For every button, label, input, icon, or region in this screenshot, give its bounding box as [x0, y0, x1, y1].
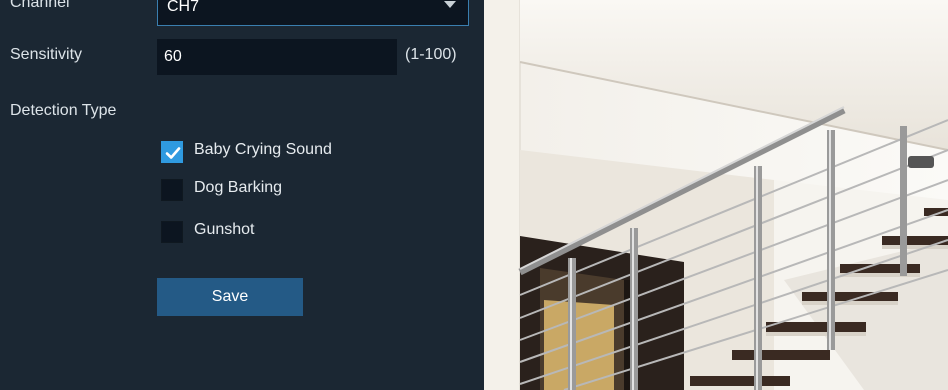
detection-type-label: Detection Type — [10, 102, 117, 119]
channel-dropdown[interactable]: CH7 — [157, 0, 469, 26]
staircase-image — [484, 0, 948, 390]
settings-panel: Channel CH7 Sensitivity 60 (1-100) Detec… — [0, 0, 484, 390]
option-label: Baby Crying Sound — [194, 141, 332, 158]
chevron-down-icon[interactable] — [444, 1, 456, 8]
check-icon — [165, 147, 181, 159]
checkbox-baby-crying[interactable] — [161, 141, 183, 163]
save-button[interactable]: Save — [157, 278, 303, 316]
sensitivity-label: Sensitivity — [10, 46, 83, 63]
option-label: Dog Barking — [194, 179, 283, 196]
channel-value: CH7 — [167, 0, 200, 15]
option-label: Gunshot — [194, 221, 255, 238]
checkbox-dog-barking[interactable] — [161, 179, 183, 201]
channel-label: Channel — [10, 0, 70, 11]
sensitivity-input[interactable]: 60 — [157, 39, 397, 75]
camera-preview — [484, 0, 948, 390]
sensitivity-range-hint: (1-100) — [405, 46, 457, 63]
checkbox-gunshot[interactable] — [161, 221, 183, 243]
